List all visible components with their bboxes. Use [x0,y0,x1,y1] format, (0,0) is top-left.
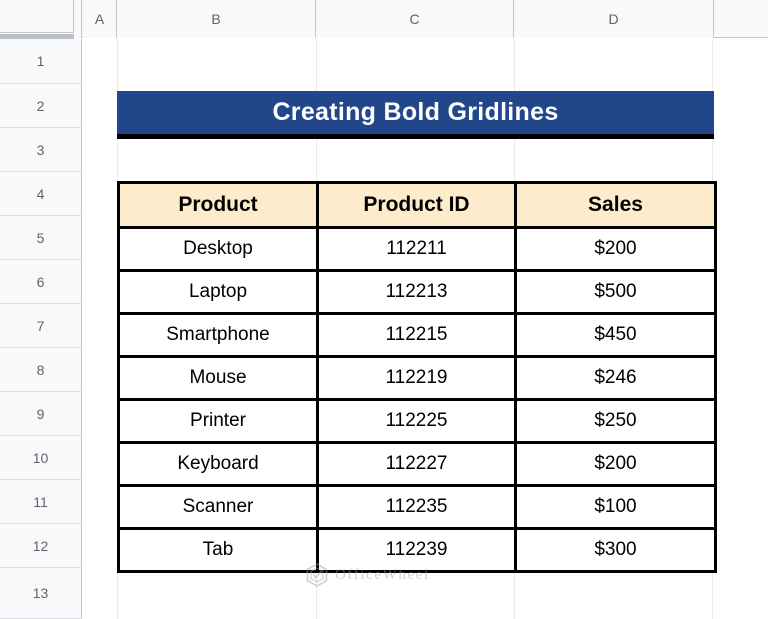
column-header-a[interactable]: A [83,0,117,38]
table-row[interactable]: Keyboard 112227 $200 [117,441,717,487]
cell-product[interactable]: Desktop [117,226,319,272]
row-header-4[interactable]: 4 [0,172,82,216]
row-header-2[interactable]: 2 [0,84,82,128]
row-header-3[interactable]: 3 [0,128,82,172]
table-row[interactable]: Smartphone 112215 $450 [117,312,717,358]
cell-product[interactable]: Smartphone [117,312,319,358]
table-row[interactable]: Scanner 112235 $100 [117,484,717,530]
cell-sales[interactable]: $246 [514,355,717,401]
title-banner: Creating Bold Gridlines [117,91,714,139]
column-header-b[interactable]: B [117,0,316,38]
row-header-11[interactable]: 11 [0,480,82,524]
cell-product-id[interactable]: 112211 [316,226,517,272]
table-row[interactable]: Printer 112225 $250 [117,398,717,444]
cell-product-id[interactable]: 112213 [316,269,517,315]
table-body: Desktop 112211 $200 Laptop 112213 $500 S… [117,226,717,573]
cell-sales[interactable]: $300 [514,527,717,573]
row-header-5[interactable]: 5 [0,216,82,260]
cell-product-id[interactable]: 112225 [316,398,517,444]
cell-sales[interactable]: $200 [514,226,717,272]
table-row[interactable]: Desktop 112211 $200 [117,226,717,272]
row-header-12[interactable]: 12 [0,524,82,568]
column-header-c[interactable]: C [316,0,514,38]
cell-product[interactable]: Keyboard [117,441,319,487]
cell-product[interactable]: Mouse [117,355,319,401]
row-header-1[interactable]: 1 [0,39,82,84]
table-header-row: Product Product ID Sales [117,181,717,229]
page-title: Creating Bold Gridlines [272,98,559,126]
column-header-product: Product [117,181,319,229]
row-header-8[interactable]: 8 [0,348,82,392]
table-row[interactable]: Tab 112239 $300 [117,527,717,573]
column-header-d[interactable]: D [514,0,714,38]
cell-product[interactable]: Printer [117,398,319,444]
row-header-7[interactable]: 7 [0,304,82,348]
select-all-inner [0,0,74,33]
sales-data-table: Product Product ID Sales Desktop 112211 … [117,181,717,573]
cell-product[interactable]: Tab [117,527,319,573]
cell-product[interactable]: Scanner [117,484,319,530]
cell-sales[interactable]: $200 [514,441,717,487]
column-header-sales: Sales [514,181,717,229]
row-header-9[interactable]: 9 [0,392,82,436]
cell-sales[interactable]: $450 [514,312,717,358]
cell-product-id[interactable]: 112215 [316,312,517,358]
select-all-corner[interactable] [0,0,82,44]
table-row[interactable]: Laptop 112213 $500 [117,269,717,315]
cell-product-id[interactable]: 112239 [316,527,517,573]
row-header-10[interactable]: 10 [0,436,82,480]
column-header-product-id: Product ID [316,181,517,229]
cell-product-id[interactable]: 112227 [316,441,517,487]
cell-sales[interactable]: $250 [514,398,717,444]
cell-product-id[interactable]: 112235 [316,484,517,530]
row-header-6[interactable]: 6 [0,260,82,304]
cell-sales[interactable]: $500 [514,269,717,315]
table-row[interactable]: Mouse 112219 $246 [117,355,717,401]
spreadsheet-app: A B C D 1 2 3 4 5 6 7 8 9 10 11 12 13 Cr… [0,0,768,619]
cell-product-id[interactable]: 112219 [316,355,517,401]
cell-product[interactable]: Laptop [117,269,319,315]
row-header-13[interactable]: 13 [0,568,82,619]
cell-sales[interactable]: $100 [514,484,717,530]
table-header: Product Product ID Sales [117,181,717,229]
